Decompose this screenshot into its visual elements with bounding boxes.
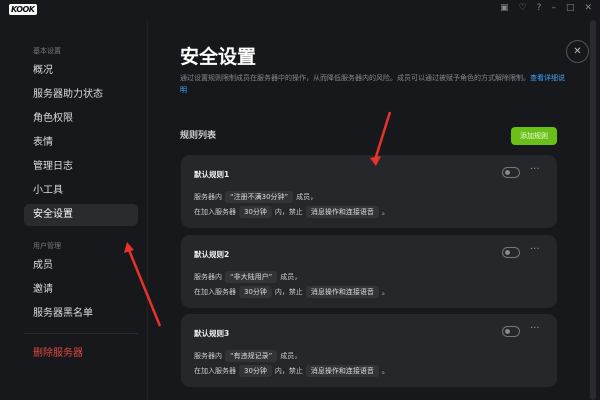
add-rule-button[interactable]: 添加规则	[511, 127, 557, 145]
scrollbar[interactable]	[590, 20, 596, 400]
kook-logo: KOOK	[9, 4, 37, 15]
sidebar-item-security[interactable]: 安全设置	[24, 204, 138, 226]
action-chip: 消息操作和连接语音	[305, 206, 379, 218]
condition-chip: “注册不满30分钟”	[225, 191, 294, 203]
delete-server-button[interactable]: 删除服务器	[24, 343, 138, 365]
text: 在加入服务器	[194, 367, 236, 375]
sidebar-item-emoji[interactable]: 表情	[24, 132, 138, 154]
text: 在加入服务器	[194, 288, 236, 296]
sidebar-item-tools[interactable]: 小工具	[24, 180, 138, 202]
more-options-icon[interactable]: ···	[530, 164, 540, 175]
sidebar-item-blacklist[interactable]: 服务器黑名单	[24, 303, 138, 325]
text: 成员，	[296, 193, 318, 201]
rule-action-line: 在加入服务器 30分钟 内，禁止 消息操作和连接语音。	[194, 286, 389, 298]
rule-card: 默认规则1 ··· 服务器内 “注册不满30分钟” 成员， 在加入服务器 30分钟 内，…	[181, 155, 557, 228]
condition-chip: “有违规记录”	[225, 350, 278, 362]
page-title: 安全设置	[180, 46, 257, 68]
rule-toggle[interactable]	[502, 326, 520, 337]
rule-toggle[interactable]	[502, 167, 520, 178]
close-settings-button[interactable]: ✕	[566, 40, 589, 63]
security-settings-panel: 安全设置 通过设置规则限制成员在服务器中的操作，从而降低服务器内的风险。成员可以…	[149, 20, 589, 400]
help-icon[interactable]: ?	[537, 3, 542, 13]
rule-toggle[interactable]	[502, 247, 520, 258]
condition-chip: “非大陆用户”	[225, 271, 278, 283]
sidebar-item-boost[interactable]: 服务器助力状态	[24, 84, 138, 106]
rule-name: 默认规则1	[194, 170, 230, 179]
sidebar-item-members[interactable]: 成员	[24, 255, 138, 277]
text: 。	[381, 288, 389, 296]
minimize-button[interactable]: –	[551, 3, 556, 13]
page-description: 通过设置规则限制成员在服务器中的操作，从而降低服务器内的风险。成员可以通过被赋予…	[180, 72, 570, 96]
text: 服务器内	[194, 273, 222, 281]
window-close-button[interactable]: ✕	[584, 3, 592, 13]
maximize-button[interactable]: □	[566, 3, 575, 13]
section-users: 用户管理	[33, 242, 61, 250]
text: 成员，	[280, 352, 302, 360]
settings-sidebar: 基本设置 概况 服务器助力状态 角色权限 表情 管理日志 小工具 安全设置 用户…	[0, 20, 148, 400]
shirt-icon[interactable]: ♡	[519, 3, 527, 13]
text: 服务器内	[194, 352, 222, 360]
sidebar-item-invites[interactable]: 邀请	[24, 279, 138, 301]
more-options-icon[interactable]: ···	[530, 323, 540, 334]
time-chip: 30分钟	[239, 286, 272, 298]
text: 在加入服务器	[194, 208, 236, 216]
sidebar-item-overview[interactable]: 概况	[24, 60, 138, 82]
description-text: 通过设置规则限制成员在服务器中的操作，从而降低服务器内的风险。成员可以通过被赋予…	[180, 74, 530, 82]
inbox-icon[interactable]: ▣	[500, 3, 509, 13]
text: 。	[381, 208, 389, 216]
rule-list-title: 规则列表	[180, 131, 217, 141]
rule-name: 默认规则2	[194, 250, 230, 259]
rule-action-line: 在加入服务器 30分钟 内，禁止 消息操作和连接语音。	[194, 365, 389, 377]
sidebar-item-audit-log[interactable]: 管理日志	[24, 156, 138, 178]
rule-card: 默认规则3 ··· 服务器内 “有违规记录” 成员， 在加入服务器 30分钟 内，禁止消…	[181, 314, 557, 387]
sidebar-item-roles[interactable]: 角色权限	[24, 108, 138, 130]
more-options-icon[interactable]: ···	[530, 244, 540, 255]
time-chip: 30分钟	[239, 365, 272, 377]
rule-name: 默认规则3	[194, 329, 230, 338]
text: 内，禁止	[274, 288, 303, 296]
rule-card: 默认规则2 ··· 服务器内 “非大陆用户” 成员， 在加入服务器 30分钟 内，禁止消…	[181, 235, 557, 308]
time-chip: 30分钟	[239, 206, 272, 218]
text: 服务器内	[194, 193, 222, 201]
rule-condition-line: 服务器内 “注册不满30分钟” 成员，	[194, 191, 317, 203]
title-bar: KOOK ▣ ♡ ? – □ ✕	[0, 0, 600, 20]
text: 内，禁止	[274, 208, 303, 216]
rule-condition-line: 服务器内 “有违规记录” 成员，	[194, 350, 301, 362]
section-basic: 基本设置	[33, 47, 61, 55]
action-chip: 消息操作和连接语音	[305, 286, 379, 298]
text: 成员，	[280, 273, 302, 281]
text: 内，禁止	[274, 367, 303, 375]
divider	[24, 333, 138, 334]
rule-action-line: 在加入服务器 30分钟 内，禁止 消息操作和连接语音。	[194, 206, 389, 218]
rule-condition-line: 服务器内 “非大陆用户” 成员，	[194, 271, 301, 283]
text: 。	[381, 367, 389, 375]
action-chip: 消息操作和连接语音	[305, 365, 379, 377]
